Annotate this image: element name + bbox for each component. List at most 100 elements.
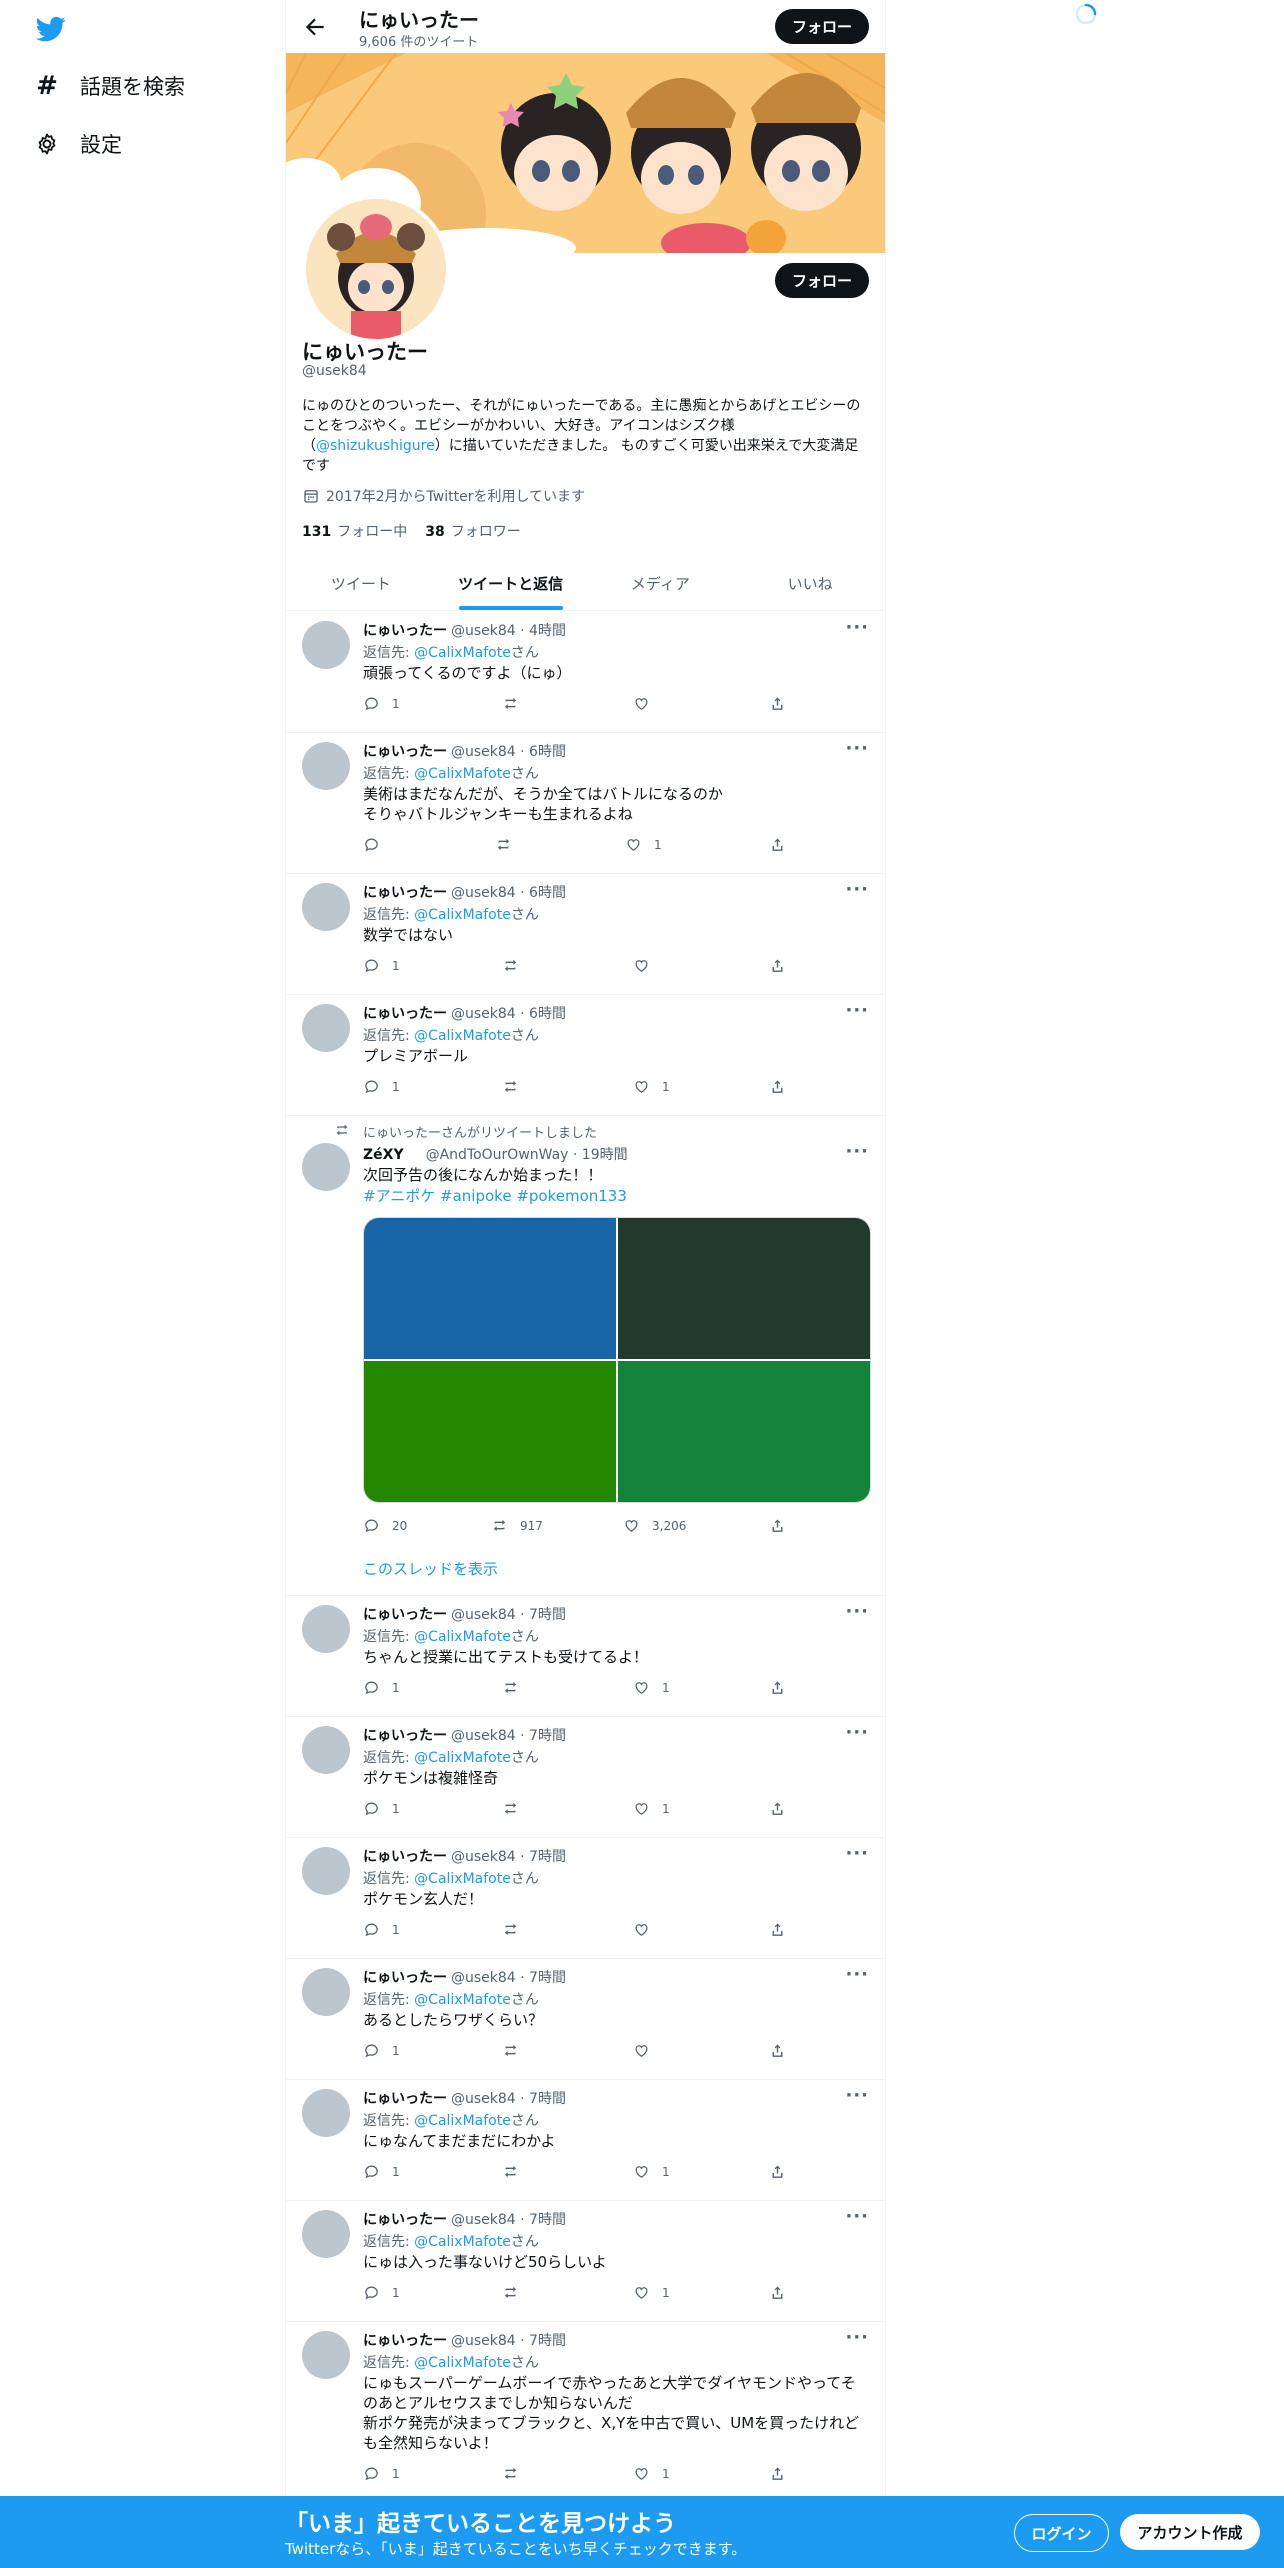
- tweet[interactable]: にゅいったー @usek84 · 7時間 ··· 返信先: @CalixMafoteさ…: [286, 1958, 885, 2080]
- share-button[interactable]: [769, 2465, 798, 2482]
- tweet[interactable]: にゅいったー @usek84 · 7時間 ··· 返信先: @CalixMafoteさ…: [286, 2079, 885, 2201]
- tweet-avatar[interactable]: [302, 2089, 350, 2137]
- reply-mention-link[interactable]: @CalixMafote: [414, 1871, 511, 1887]
- nav-explore[interactable]: # 話題を検索: [34, 66, 185, 106]
- tweet-avatar[interactable]: [302, 883, 350, 931]
- tweet-author-name[interactable]: にゅいったー: [363, 1728, 447, 1744]
- tweet-author-name[interactable]: にゅいったー: [363, 2333, 447, 2349]
- share-button[interactable]: [769, 1921, 798, 1938]
- media-image[interactable]: [618, 1218, 870, 1359]
- tweet-avatar[interactable]: [302, 1143, 350, 1191]
- tweet[interactable]: にゅいったー @usek84 · 7時間 ··· 返信先: @CalixMafoteさ…: [286, 1716, 885, 1838]
- reply-button[interactable]: [363, 836, 392, 853]
- profile-avatar[interactable]: [302, 195, 450, 343]
- share-button[interactable]: [769, 1800, 798, 1817]
- share-button[interactable]: [769, 957, 798, 974]
- tweet-author-name[interactable]: ZéXY: [363, 1147, 404, 1163]
- bio-mention-link[interactable]: @shizukushigure: [316, 438, 435, 454]
- share-button[interactable]: [769, 2284, 798, 2301]
- retweet-button[interactable]: [502, 695, 531, 712]
- media-image[interactable]: [364, 1361, 616, 1502]
- reply-mention-link[interactable]: @CalixMafote: [414, 907, 511, 923]
- retweet-button[interactable]: [502, 2465, 531, 2482]
- more-options-icon[interactable]: ···: [845, 2085, 869, 2106]
- tweet-avatar[interactable]: [302, 2331, 350, 2379]
- following-link[interactable]: 131 フォロー中: [302, 521, 407, 541]
- tweet-author-name[interactable]: にゅいったー: [363, 885, 447, 901]
- retweet-button[interactable]: [502, 1078, 531, 1095]
- reply-mention-link[interactable]: @CalixMafote: [414, 645, 511, 661]
- tweet-author-name[interactable]: にゅいったー: [363, 2212, 447, 2228]
- tab-media[interactable]: メディア: [586, 557, 736, 610]
- retweet-button[interactable]: [502, 1679, 531, 1696]
- tweet-avatar[interactable]: [302, 742, 350, 790]
- nav-settings[interactable]: 設定: [34, 124, 122, 164]
- like-button[interactable]: 1: [633, 1078, 670, 1095]
- tweet[interactable]: にゅいったー @usek84 · 7時間 ··· 返信先: @CalixMafoteさ…: [286, 1837, 885, 1959]
- retweet-button[interactable]: [502, 957, 531, 974]
- more-options-icon[interactable]: ···: [845, 1601, 869, 1622]
- share-button[interactable]: [769, 1517, 798, 1534]
- retweet-button[interactable]: [502, 2042, 531, 2059]
- tweet-avatar[interactable]: [302, 1968, 350, 2016]
- like-button[interactable]: 1: [633, 1800, 670, 1817]
- tweet[interactable]: にゅいったー @usek84 · 6時間 ··· 返信先: @CalixMafoteさ…: [286, 994, 885, 1116]
- tweet-avatar[interactable]: [302, 1726, 350, 1774]
- retweeted-tweet[interactable]: にゅいったーさんがリツイートしました ZéXY @AndToOurOwnWay · …: [286, 1115, 885, 1596]
- more-options-icon[interactable]: ···: [845, 879, 869, 900]
- reply-button[interactable]: 1: [363, 1800, 400, 1817]
- reply-mention-link[interactable]: @CalixMafote: [414, 1028, 511, 1044]
- tweet[interactable]: にゅいったー @usek84 · 6時間 ··· 返信先: @CalixMafoteさ…: [286, 732, 885, 874]
- back-arrow-icon[interactable]: [302, 14, 328, 40]
- reply-mention-link[interactable]: @CalixMafote: [414, 2113, 511, 2129]
- like-button[interactable]: [633, 957, 662, 974]
- reply-button[interactable]: 20: [363, 1517, 407, 1534]
- media-image[interactable]: [618, 1361, 870, 1502]
- tweet-hashtags[interactable]: #アニポケ #anipoke #pokemon133: [363, 1186, 863, 1206]
- share-button[interactable]: [769, 2163, 798, 2180]
- more-options-icon[interactable]: ···: [845, 617, 869, 638]
- share-button[interactable]: [769, 2042, 798, 2059]
- reply-button[interactable]: 1: [363, 2163, 400, 2180]
- more-options-icon[interactable]: ···: [845, 1000, 869, 1021]
- more-options-icon[interactable]: ···: [845, 2327, 869, 2348]
- tweet[interactable]: にゅいったー @usek84 · 7時間 ··· 返信先: @CalixMafoteさ…: [286, 2200, 885, 2322]
- retweet-button[interactable]: [502, 2284, 531, 2301]
- retweet-button[interactable]: 917: [491, 1517, 543, 1534]
- tweet[interactable]: にゅいったー @usek84 · 6時間 ··· 返信先: @CalixMafoteさ…: [286, 873, 885, 995]
- login-button[interactable]: ログイン: [1014, 2514, 1109, 2552]
- show-thread-link[interactable]: このスレッドを表示: [363, 1558, 498, 1579]
- more-options-icon[interactable]: ···: [845, 738, 869, 759]
- tweet-author-name[interactable]: にゅいったー: [363, 2091, 447, 2107]
- retweet-button[interactable]: [495, 836, 524, 853]
- like-button[interactable]: [633, 2042, 662, 2059]
- reply-mention-link[interactable]: @CalixMafote: [414, 766, 511, 782]
- more-options-icon[interactable]: ···: [845, 1722, 869, 1743]
- share-button[interactable]: [769, 695, 798, 712]
- reply-button[interactable]: 1: [363, 2284, 400, 2301]
- hashtag-links[interactable]: #アニポケ #anipoke #pokemon133: [363, 1187, 627, 1205]
- twitter-logo-icon[interactable]: [34, 14, 68, 44]
- tweet-author-name[interactable]: にゅいったー: [363, 623, 447, 639]
- reply-mention-link[interactable]: @CalixMafote: [414, 2355, 511, 2371]
- tweet-media-grid[interactable]: [363, 1217, 871, 1503]
- tweet-author-name[interactable]: にゅいったー: [363, 1006, 447, 1022]
- profile-follow-button[interactable]: フォロー: [775, 263, 869, 298]
- tweet-avatar[interactable]: [302, 1605, 350, 1653]
- more-options-icon[interactable]: ···: [845, 1141, 869, 1162]
- tweet[interactable]: にゅいったー @usek84 · 7時間 ··· 返信先: @CalixMafoteさ…: [286, 1595, 885, 1717]
- like-button[interactable]: 1: [633, 2284, 670, 2301]
- tweet-author-name[interactable]: にゅいったー: [363, 1607, 447, 1623]
- like-button[interactable]: 1: [633, 1679, 670, 1696]
- tweet-avatar[interactable]: [302, 2210, 350, 2258]
- share-button[interactable]: [769, 1679, 798, 1696]
- reply-button[interactable]: 1: [363, 2465, 400, 2482]
- reply-mention-link[interactable]: @CalixMafote: [414, 1992, 511, 2008]
- tab-tweets-and-replies[interactable]: ツイートと返信: [436, 557, 586, 610]
- share-button[interactable]: [769, 836, 798, 853]
- more-options-icon[interactable]: ···: [845, 1964, 869, 1985]
- tab-likes[interactable]: いいね: [735, 557, 885, 610]
- header-follow-button[interactable]: フォロー: [775, 9, 869, 44]
- like-button[interactable]: 1: [633, 2465, 670, 2482]
- tweet[interactable]: にゅいったー @usek84 · 4時間 ··· 返信先: @CalixMafoteさ…: [286, 611, 885, 733]
